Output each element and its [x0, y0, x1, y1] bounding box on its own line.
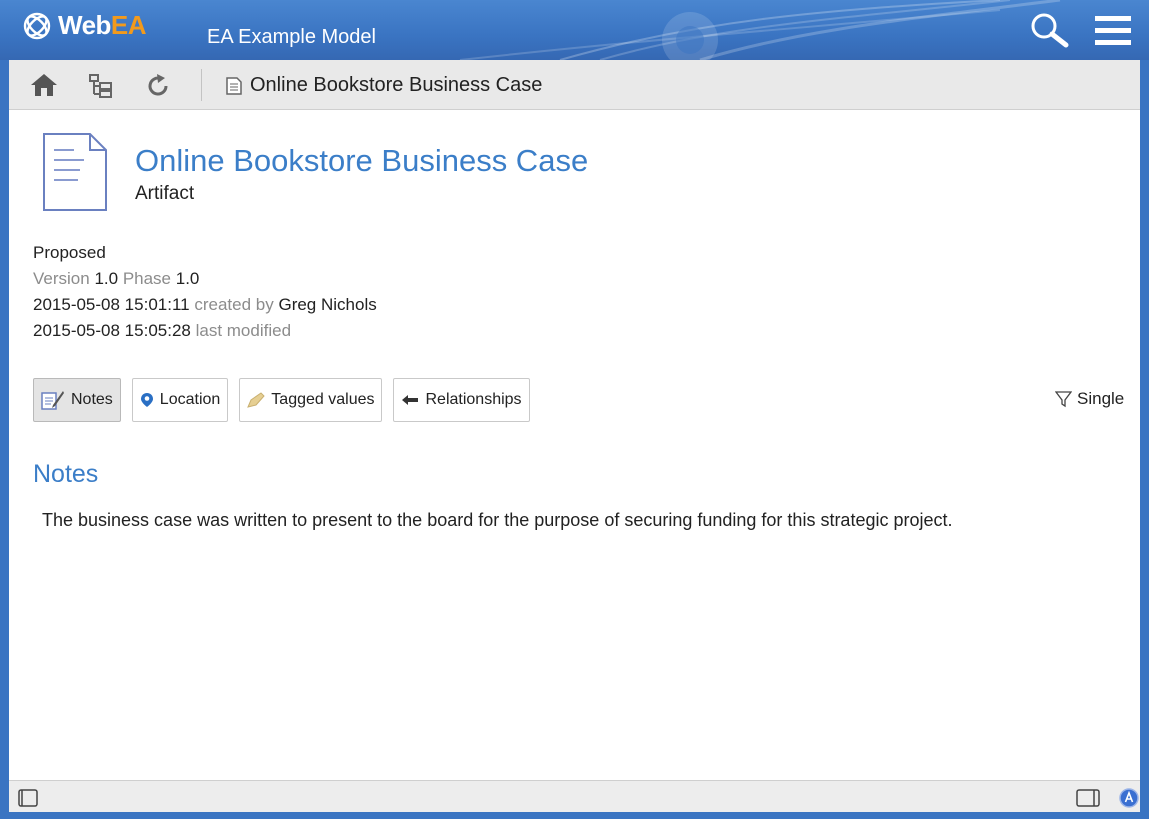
- phase-label: Phase: [122, 269, 172, 288]
- tab-notes[interactable]: Notes: [33, 378, 121, 422]
- search-icon[interactable]: [1030, 12, 1070, 48]
- header-decoration: [459, 0, 1061, 60]
- modified-label: last modified: [195, 321, 292, 340]
- created-by-label: created by: [194, 295, 274, 314]
- tab-location-label: Location: [159, 391, 221, 408]
- hamburger-menu-icon[interactable]: [1095, 16, 1131, 46]
- created-row: 2015-05-08 15:01:11 created by Greg Nich…: [33, 292, 377, 318]
- browser-tree-icon[interactable]: [88, 73, 114, 99]
- status-bar: [9, 780, 1140, 812]
- version-value: 1.0: [94, 269, 119, 288]
- artifact-document-icon: [43, 133, 107, 211]
- phase-value: 1.0: [175, 269, 200, 288]
- tab-notes-label: Notes: [71, 391, 113, 408]
- version-label: Version: [33, 269, 90, 288]
- toolbar-divider: [201, 69, 202, 101]
- logo-knot-icon: [23, 12, 51, 39]
- app-header: WebEA EA Example Model: [0, 0, 1149, 60]
- filter-icon: [1055, 390, 1072, 407]
- property-tabs: Notes Location Tagged values Relationshi…: [33, 378, 530, 422]
- tab-relationships-label: Relationships: [425, 391, 522, 408]
- tab-tagged-values-label: Tagged values: [271, 391, 375, 408]
- author-name: Greg Nichols: [278, 295, 377, 314]
- user-badge-icon[interactable]: [1119, 788, 1139, 808]
- filter-toggle[interactable]: Single: [1055, 389, 1124, 409]
- notes-icon: [41, 391, 64, 410]
- modified-date: 2015-05-08 15:05:28: [33, 321, 191, 340]
- tab-location[interactable]: Location: [131, 378, 229, 422]
- created-date: 2015-05-08 15:01:11: [33, 295, 190, 314]
- right-panel-toggle-icon[interactable]: [1076, 789, 1100, 807]
- left-panel-toggle-icon[interactable]: [18, 789, 38, 807]
- home-icon[interactable]: [30, 73, 58, 97]
- webea-logo[interactable]: WebEA: [22, 10, 147, 41]
- tag-icon: [247, 392, 265, 408]
- modified-row: 2015-05-08 15:05:28 last modified: [33, 318, 377, 344]
- notes-heading: Notes: [33, 460, 99, 488]
- model-name: EA Example Model: [207, 26, 376, 48]
- document-small-icon: [226, 76, 242, 95]
- arrow-left-icon: [402, 395, 419, 405]
- breadcrumb[interactable]: Online Bookstore Business Case: [226, 74, 542, 97]
- logo-text: WebEA: [58, 10, 147, 40]
- notes-text: The business case was written to present…: [42, 510, 953, 530]
- refresh-icon[interactable]: [146, 73, 172, 99]
- tab-relationships[interactable]: Relationships: [393, 378, 530, 422]
- element-properties: Proposed Version 1.0 Phase 1.0 2015-05-0…: [33, 240, 377, 344]
- navigation-toolbar: Online Bookstore Business Case: [9, 60, 1140, 110]
- filter-label: Single: [1077, 389, 1125, 408]
- element-title: Online Bookstore Business Case: [135, 143, 589, 178]
- element-type: Artifact: [135, 183, 195, 204]
- element-status: Proposed: [33, 243, 106, 262]
- location-icon: [140, 393, 153, 407]
- version-phase-row: Version 1.0 Phase 1.0: [33, 266, 377, 292]
- tab-tagged-values[interactable]: Tagged values: [239, 378, 383, 422]
- breadcrumb-label: Online Bookstore Business Case: [250, 74, 543, 96]
